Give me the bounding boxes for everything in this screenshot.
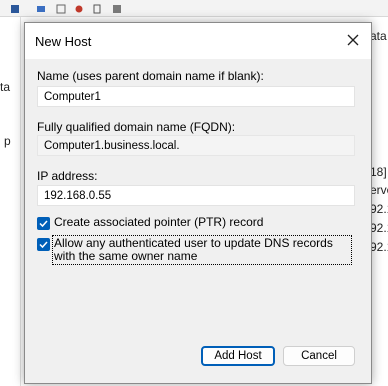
record-cell-partial: erve xyxy=(370,183,388,197)
tree-pane xyxy=(0,17,21,386)
toolbar-icon[interactable] xyxy=(92,3,102,14)
checkmark-icon xyxy=(39,241,48,249)
ip-address-label: IP address: xyxy=(37,169,98,183)
dialog-titlebar: New Host xyxy=(25,23,371,59)
column-header-partial: ata xyxy=(370,29,387,43)
toolbar-icon[interactable] xyxy=(112,3,122,13)
toolbar-icon[interactable] xyxy=(10,3,20,13)
allow-update-option[interactable]: Allow any authenticated user to update D… xyxy=(37,235,353,265)
add-host-button[interactable]: Add Host xyxy=(201,346,275,366)
dialog-title: New Host xyxy=(35,34,92,49)
allow-update-label: Allow any authenticated user to update D… xyxy=(52,235,352,265)
checkmark-icon xyxy=(39,220,48,228)
toolbar-icon[interactable] xyxy=(74,3,84,13)
record-cell-partial: 18] xyxy=(370,165,387,179)
background-toolbar xyxy=(0,0,388,17)
record-cell-partial: 92.1 xyxy=(370,202,388,216)
tree-item-partial: p xyxy=(4,134,11,148)
toolbar-icon[interactable] xyxy=(36,3,46,13)
record-cell-partial: 92.1 xyxy=(370,240,388,254)
ip-address-input[interactable] xyxy=(37,185,355,206)
fqdn-label: Fully qualified domain name (FQDN): xyxy=(37,120,236,134)
cancel-button[interactable]: Cancel xyxy=(283,346,355,366)
toolbar-icon[interactable] xyxy=(56,3,66,14)
fqdn-field xyxy=(37,135,355,156)
new-host-dialog: New Host Name (uses parent domain name i… xyxy=(24,22,372,384)
tree-item-partial: ta xyxy=(0,80,11,94)
ptr-record-checkbox[interactable] xyxy=(37,217,50,230)
ptr-record-label: Create associated pointer (PTR) record xyxy=(54,215,264,229)
ptr-record-option[interactable]: Create associated pointer (PTR) record xyxy=(37,216,263,230)
allow-update-checkbox[interactable] xyxy=(37,238,50,251)
name-input[interactable] xyxy=(37,86,355,107)
record-cell-partial: 92.1 xyxy=(370,221,388,235)
name-label: Name (uses parent domain name if blank): xyxy=(37,69,264,83)
close-icon[interactable] xyxy=(345,32,361,48)
